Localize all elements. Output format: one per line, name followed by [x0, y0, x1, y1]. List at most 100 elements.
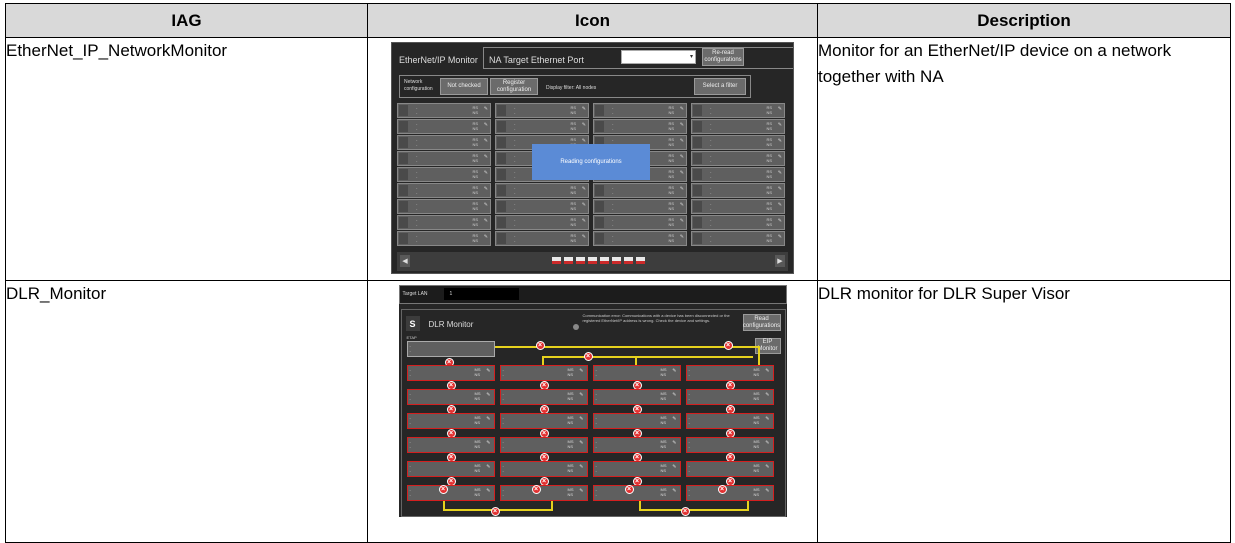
- not-checked-button[interactable]: Not checked: [440, 78, 488, 95]
- error-message: Communication error: Communications with…: [582, 313, 730, 323]
- dlr-node-cell[interactable]: - - MS NS ✎: [685, 461, 774, 477]
- node-cell[interactable]: -- RSNS ✎: [691, 167, 785, 182]
- node-cell[interactable]: -- RSNS ✎: [397, 231, 491, 246]
- node-cell[interactable]: -- RSNS ✎: [691, 215, 785, 230]
- node-left-text: --: [409, 415, 411, 425]
- node-state-icon: ✎: [777, 122, 782, 128]
- node-cell[interactable]: -- RSNS ✎: [397, 119, 491, 134]
- node-right-text: RSNS: [668, 137, 674, 147]
- node-cell[interactable]: -- RSNS ✎: [691, 151, 785, 166]
- node-cell[interactable]: -- RSNS ✎: [593, 199, 687, 214]
- page-dot[interactable]: [636, 257, 645, 264]
- node-cell[interactable]: -- RSNS ✎: [593, 231, 687, 246]
- dlr-node-cell[interactable]: - - MS NS ✎: [685, 365, 774, 381]
- node-left-text: --: [710, 185, 712, 195]
- node-cell[interactable]: -- RSNS ✎: [691, 135, 785, 150]
- node-left-text: --: [514, 185, 516, 195]
- node-cell[interactable]: -- RSNS ✎: [397, 103, 491, 118]
- dlr-node-cell[interactable]: - - MS NS ✎: [406, 485, 495, 501]
- read-config-button[interactable]: Read configurations: [742, 314, 781, 331]
- page-dot[interactable]: [576, 257, 585, 264]
- node-cell[interactable]: -- RSNS ✎: [397, 167, 491, 182]
- node-cell[interactable]: -- RSNS ✎: [691, 199, 785, 214]
- node-cell[interactable]: -- RSNS ✎: [593, 119, 687, 134]
- error-x-icon: ×: [438, 485, 448, 494]
- icon-cell-dlr: Target LAN 1 S DLR Monitor Communication…: [367, 280, 818, 543]
- page-dot[interactable]: [588, 257, 597, 264]
- dlr-node-cell[interactable]: - - MS NS ✎: [499, 437, 588, 453]
- dlr-node-cell[interactable]: - - MS NS ✎: [592, 413, 681, 429]
- dlr-node-cell[interactable]: - - MS NS ✎: [406, 437, 495, 453]
- dlr-node-cell[interactable]: - - MS NS ✎: [685, 389, 774, 405]
- dlr-node-cell[interactable]: - - MS NS ✎: [592, 365, 681, 381]
- target-lan-field[interactable]: 1: [443, 288, 519, 300]
- node-state-icon: ✎: [765, 464, 770, 470]
- node-right-text: RSNS: [766, 201, 772, 211]
- page-dot[interactable]: [552, 257, 561, 264]
- dlr-node-cell[interactable]: - - MS NS ✎: [592, 485, 681, 501]
- dlr-node-cell[interactable]: - - MS NS ✎: [406, 389, 495, 405]
- select-filter-button[interactable]: Select a filter: [694, 78, 746, 95]
- node-right-text: RSNS: [570, 217, 576, 227]
- node-cell[interactable]: -- RSNS ✎: [593, 183, 687, 198]
- node-cell[interactable]: -- RSNS ✎: [495, 215, 589, 230]
- dlr-node-cell[interactable]: - - MS NS ✎: [685, 485, 774, 501]
- node-status-square: [693, 217, 702, 228]
- dlr-node-cell[interactable]: - - MS NS ✎: [592, 389, 681, 405]
- node-cell[interactable]: -- RSNS ✎: [495, 231, 589, 246]
- node-cell[interactable]: -- RSNS ✎: [397, 215, 491, 230]
- node-left-text: --: [416, 201, 418, 211]
- node-right-text: MS NS: [660, 463, 667, 473]
- node-cell[interactable]: -- RSNS ✎: [397, 135, 491, 150]
- node-right-text: RSNS: [668, 233, 674, 243]
- node-cell[interactable]: -- RSNS ✎: [397, 199, 491, 214]
- reread-config-button[interactable]: Re-read configurations: [702, 48, 744, 66]
- register-config-button[interactable]: Register configuration: [490, 78, 538, 95]
- dlr-node-cell[interactable]: - - MS NS ✎: [685, 437, 774, 453]
- node-left-text: --: [416, 233, 418, 243]
- node-status-square: [399, 201, 408, 212]
- node-cell[interactable]: -- RSNS ✎: [593, 215, 687, 230]
- node-left-text: --: [688, 415, 690, 425]
- dlr-node-cell[interactable]: - - MS NS ✎: [406, 413, 495, 429]
- target-lan-value: 1: [449, 291, 453, 297]
- node-left-text: --: [595, 439, 597, 449]
- dlr-node-cell[interactable]: - - MS NS ✎: [592, 461, 681, 477]
- page-dot[interactable]: [600, 257, 609, 264]
- node-cell[interactable]: -- RSNS ✎: [495, 119, 589, 134]
- page-dot[interactable]: [564, 257, 573, 264]
- dlr-node-cell[interactable]: - - MS NS ✎: [592, 437, 681, 453]
- node-cell[interactable]: -- RSNS ✎: [495, 199, 589, 214]
- node-left-text: --: [612, 201, 614, 211]
- page-dot[interactable]: [612, 257, 621, 264]
- node-cell[interactable]: -- RSNS ✎: [397, 151, 491, 166]
- node-status-square: [497, 233, 506, 244]
- node-cell[interactable]: -- RSNS ✎: [691, 231, 785, 246]
- dlr-node-cell[interactable]: - - MS NS ✎: [499, 413, 588, 429]
- node-cell[interactable]: -- RSNS ✎: [495, 183, 589, 198]
- port-select[interactable]: ▾: [621, 50, 696, 64]
- node-right-text: MS NS: [474, 367, 481, 377]
- dlr-node-cell[interactable]: - - MS NS ✎: [406, 365, 495, 381]
- node-left-text: --: [688, 391, 690, 401]
- node-cell[interactable]: -- RSNS ✎: [593, 103, 687, 118]
- dlr-node-cell[interactable]: - - MS NS ✎: [499, 389, 588, 405]
- node-left-text: --: [416, 137, 418, 147]
- dlr-node-cell[interactable]: - - MS NS ✎: [499, 485, 588, 501]
- node-cell[interactable]: -- RSNS ✎: [691, 119, 785, 134]
- node-state-icon: ✎: [765, 488, 770, 494]
- dlr-node-cell[interactable]: - - MS NS ✎: [406, 461, 495, 477]
- dlr-node-cell[interactable]: - - MS NS ✎: [685, 413, 774, 429]
- node-cell[interactable]: -- RSNS ✎: [495, 103, 589, 118]
- node-cell[interactable]: -- RSNS ✎: [397, 183, 491, 198]
- node-right-text: RSNS: [472, 217, 478, 227]
- next-page-button[interactable]: ▶: [775, 255, 785, 267]
- prev-page-button[interactable]: ◀: [400, 255, 410, 267]
- dlr-node-cell[interactable]: - - MS NS ✎: [499, 365, 588, 381]
- node-cell[interactable]: -- RSNS ✎: [691, 183, 785, 198]
- page-dot[interactable]: [624, 257, 633, 264]
- node-cell[interactable]: -- RSNS ✎: [691, 103, 785, 118]
- etap-node[interactable]: --: [406, 341, 495, 357]
- node-status-square: [399, 217, 408, 228]
- dlr-node-cell[interactable]: - - MS NS ✎: [499, 461, 588, 477]
